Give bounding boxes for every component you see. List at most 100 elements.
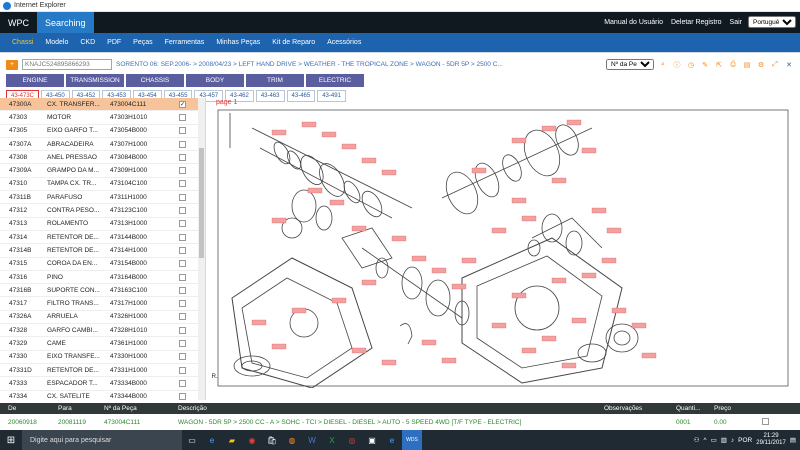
wds-app-icon[interactable]: WDS bbox=[402, 430, 422, 450]
part-checkbox[interactable]: ✓ bbox=[179, 100, 186, 108]
parts-list-scrollbar[interactable] bbox=[198, 98, 205, 400]
part-checkbox[interactable] bbox=[179, 233, 186, 241]
chevron-up-icon[interactable]: ^ bbox=[704, 437, 707, 444]
parts-list-row[interactable]: 47308 ANEL PRESSAO 473084B000 bbox=[0, 151, 205, 165]
part-checkbox[interactable] bbox=[179, 366, 186, 374]
results-row[interactable]: 20060918 20081119 473004C111 WAGON - 5DR… bbox=[0, 417, 800, 427]
part-number-select[interactable]: Nº da Peça bbox=[606, 59, 654, 70]
part-checkbox[interactable] bbox=[179, 273, 186, 281]
part-checkbox[interactable] bbox=[179, 379, 186, 387]
part-checkbox[interactable] bbox=[179, 113, 186, 121]
menu-item-acessorios[interactable]: Acessórios bbox=[321, 39, 367, 46]
parts-list-row[interactable]: 47331D RETENTOR DE... 47331H1000 bbox=[0, 364, 205, 378]
notifications-icon[interactable]: ▤ bbox=[790, 436, 796, 444]
language-select[interactable]: Português(E bbox=[748, 16, 796, 28]
parts-list-row[interactable]: 47330 EIXO TRANSFE... 47330H1000 bbox=[0, 351, 205, 364]
print-icon[interactable]: ⎙ bbox=[728, 60, 738, 70]
folder-icon[interactable]: ▰ bbox=[222, 430, 242, 450]
parts-list-row[interactable]: 47309A GRAMPO DA M... 47309H1000 bbox=[0, 164, 205, 178]
part-checkbox[interactable] bbox=[179, 313, 186, 321]
battery-icon[interactable]: ▭ bbox=[711, 436, 717, 444]
parts-list-row[interactable]: 47316 PINO 473164B000 bbox=[0, 271, 205, 285]
print-preview-icon[interactable]: ▤ bbox=[742, 60, 752, 70]
parts-list-row[interactable]: 47326A ARRUELA 47326H1000 bbox=[0, 311, 205, 325]
expand-icon[interactable]: ⤢ bbox=[770, 60, 780, 70]
parts-list-row[interactable]: 47313 ROLAMENTO 47313H1000 bbox=[0, 218, 205, 231]
close-icon[interactable]: ✕ bbox=[784, 60, 794, 70]
part-checkbox[interactable] bbox=[179, 127, 186, 135]
part-checkbox[interactable] bbox=[179, 339, 186, 347]
parts-list-row[interactable]: 47314B RETENTOR DE... 47314H1000 bbox=[0, 244, 205, 258]
input-language[interactable]: POR bbox=[738, 437, 752, 444]
firefox-icon[interactable]: ◍ bbox=[282, 430, 302, 450]
clock-icon[interactable]: ◷ bbox=[686, 60, 696, 70]
search-icon[interactable]: ⌕ bbox=[658, 60, 668, 70]
store-icon[interactable]: 🛍 bbox=[262, 430, 282, 450]
app-icon[interactable]: ◎ bbox=[342, 430, 362, 450]
parts-list-row[interactable]: 47316B SUPORTE CON... 473163C100 bbox=[0, 284, 205, 298]
windows-start-icon[interactable]: ⊞ bbox=[0, 430, 22, 450]
info-icon[interactable]: ⓘ bbox=[672, 60, 682, 70]
menu-item-ckd[interactable]: CKD bbox=[74, 39, 101, 46]
part-checkbox[interactable] bbox=[179, 326, 186, 334]
gear-icon[interactable]: ⚙ bbox=[756, 60, 766, 70]
image-app-icon[interactable]: ▣ bbox=[362, 430, 382, 450]
vin-input[interactable] bbox=[22, 59, 112, 70]
exploded-diagram[interactable]: page 1 R. bbox=[206, 98, 800, 400]
parts-list-row[interactable]: 47314 RETENTOR DE... 473144B000 bbox=[0, 231, 205, 245]
part-checkbox[interactable] bbox=[179, 153, 186, 161]
parts-list-row[interactable]: 47311B PARAFUSO 47311H1000 bbox=[0, 191, 205, 205]
people-icon[interactable]: ⚇ bbox=[694, 436, 700, 444]
menu-item-modelo[interactable]: Modelo bbox=[39, 39, 74, 46]
parts-list-row[interactable]: 47312 CONTRA PESO... 473123C100 bbox=[0, 204, 205, 218]
taskbar-search[interactable]: Digite aqui para pesquisar bbox=[22, 430, 182, 450]
parts-list-row[interactable]: 47334 CX. SATELITE 473344B000 bbox=[0, 391, 205, 400]
category-tab-engine[interactable]: ENGINE bbox=[6, 74, 64, 87]
logout-link[interactable]: Sair bbox=[726, 12, 746, 33]
task-view-icon[interactable]: ▭ bbox=[182, 430, 202, 450]
part-checkbox[interactable] bbox=[179, 220, 186, 228]
excel-icon[interactable]: X bbox=[322, 430, 342, 450]
delete-record-link[interactable]: Deletar Registro bbox=[667, 12, 726, 33]
menu-item-pecas[interactable]: Peças bbox=[127, 39, 158, 46]
part-checkbox[interactable] bbox=[179, 140, 186, 148]
part-checkbox[interactable] bbox=[179, 286, 186, 294]
parts-list-row[interactable]: 47333 ESPACADOR T... 473334B000 bbox=[0, 377, 205, 391]
menu-item-minhas-pecas[interactable]: Minhas Peças bbox=[210, 39, 266, 46]
part-checkbox[interactable] bbox=[179, 353, 186, 361]
parts-list-row[interactable]: 47300A CX. TRANSFER... 473004C111 ✓ bbox=[0, 98, 205, 112]
part-checkbox[interactable] bbox=[179, 300, 186, 308]
part-checkbox[interactable] bbox=[179, 393, 186, 400]
category-tab-trim[interactable]: TRIM bbox=[246, 74, 304, 87]
parts-list-row[interactable]: 47329 CAME 47361H1000 bbox=[0, 337, 205, 351]
user-manual-link[interactable]: Manual do Usuário bbox=[600, 12, 667, 33]
parts-list-row[interactable]: 47328 GARFO CAMBI... 47328H1010 bbox=[0, 324, 205, 338]
result-checkbox[interactable] bbox=[762, 418, 769, 425]
category-tab-electric[interactable]: ELECTRIC bbox=[306, 74, 364, 87]
part-checkbox[interactable] bbox=[179, 246, 186, 254]
part-checkbox[interactable] bbox=[179, 180, 186, 188]
edge-icon[interactable]: e bbox=[202, 430, 222, 450]
parts-list-row[interactable]: 47317 FILTRO TRANS... 47317H1000 bbox=[0, 297, 205, 311]
edit-icon[interactable]: ✎ bbox=[700, 60, 710, 70]
parts-list-row[interactable]: 47305 EIXO GARFO T... 473054B000 bbox=[0, 125, 205, 138]
export-icon[interactable]: ⇱ bbox=[714, 60, 724, 70]
category-tab-chassis[interactable]: CHASSIS bbox=[126, 74, 184, 87]
internet-explorer-taskbar-icon[interactable]: e bbox=[382, 430, 402, 450]
menu-item-kit-de-reparo[interactable]: Kit de Reparo bbox=[266, 39, 321, 46]
part-checkbox[interactable] bbox=[179, 207, 186, 215]
menu-item-pdf[interactable]: PDF bbox=[101, 39, 127, 46]
add-button[interactable]: + bbox=[6, 59, 18, 70]
clock[interactable]: 21:29 29/11/2017 bbox=[756, 433, 786, 447]
chrome-icon[interactable]: ◉ bbox=[242, 430, 262, 450]
breadcrumb[interactable]: SORENTO 06: SEP.2006- > 2008/04/23 > LEF… bbox=[116, 61, 602, 68]
parts-list-row[interactable]: 47315 COROA DA EN... 473154B000 bbox=[0, 258, 205, 271]
part-checkbox[interactable] bbox=[179, 167, 186, 175]
parts-list-row[interactable]: 47307A ABRACADEIRA 47307H1000 bbox=[0, 138, 205, 152]
menu-item-chassi[interactable]: Chassi bbox=[6, 39, 39, 46]
category-tab-transmission[interactable]: TRANSMISSION bbox=[66, 74, 124, 87]
parts-list-row[interactable]: 47310 TAMPA CX. TR... 473104C100 bbox=[0, 178, 205, 192]
word-icon[interactable]: W bbox=[302, 430, 322, 450]
part-checkbox[interactable] bbox=[179, 260, 186, 268]
volume-icon[interactable]: ♪ bbox=[731, 437, 734, 444]
